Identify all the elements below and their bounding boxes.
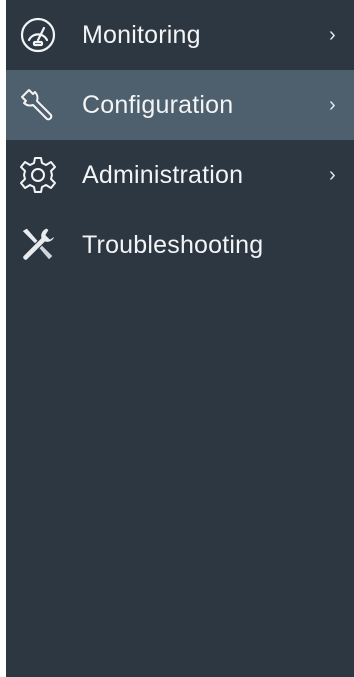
chevron-right-icon: › xyxy=(329,163,336,186)
tools-icon xyxy=(16,223,60,267)
chevron-right-icon: › xyxy=(329,93,336,116)
navigation-sidebar: Monitoring › Configuration › Administrat… xyxy=(6,0,354,677)
nav-item-troubleshooting[interactable]: Troubleshooting xyxy=(6,210,354,280)
nav-item-label: Administration xyxy=(82,160,244,189)
nav-item-configuration[interactable]: Configuration › xyxy=(6,70,354,140)
wrench-icon xyxy=(16,83,60,127)
nav-item-administration[interactable]: Administration › xyxy=(6,140,354,210)
nav-item-monitoring[interactable]: Monitoring › xyxy=(6,0,354,70)
gear-icon xyxy=(16,153,60,197)
nav-item-label: Troubleshooting xyxy=(82,230,264,259)
dashboard-gauge-icon xyxy=(16,13,60,57)
chevron-right-icon: › xyxy=(329,23,336,46)
nav-item-label: Monitoring xyxy=(82,20,201,49)
nav-item-label: Configuration xyxy=(82,90,234,119)
